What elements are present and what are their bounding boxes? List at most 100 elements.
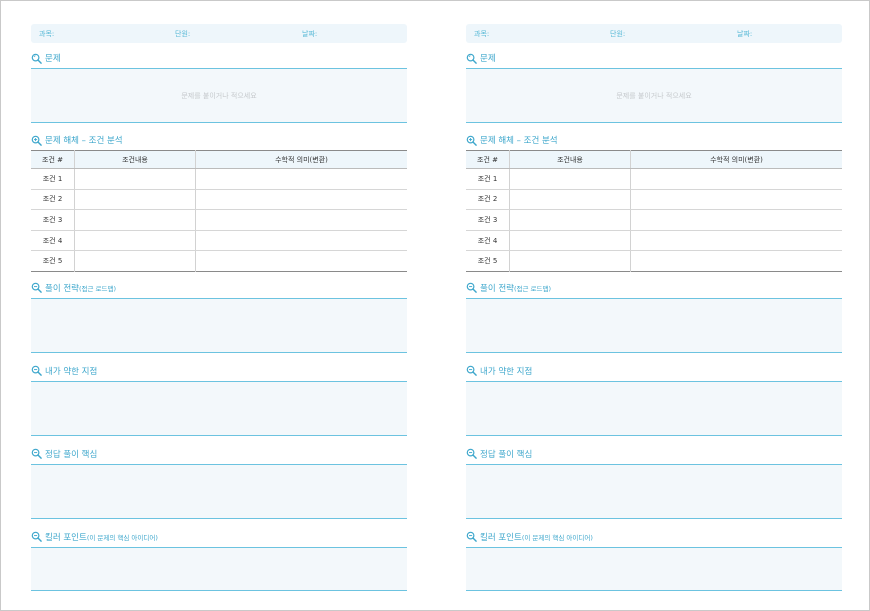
magnifier-minus-icon [466,283,477,294]
weak-title: 내가 약한 지점 [45,366,98,377]
col-header-content: 조건내용 [509,150,631,169]
magnifier-minus-icon [31,366,42,377]
col-header-number: 조건 # [466,150,510,169]
strategy-subtitle: (접근 로드맵) [513,284,552,293]
condition-meaning-cell[interactable] [195,189,407,211]
condition-meaning-cell[interactable] [196,251,408,272]
killer-subtitle: (이 문제의 핵심 아이디어) [521,533,593,542]
condition-label: 조건 2 [31,189,75,211]
unit-field[interactable]: 단원: [610,29,625,39]
strategy-section-title: 풀이 전략 (접근 로드맵) [31,281,407,295]
condition-content-cell[interactable] [509,230,631,252]
magnifier-minus-icon [31,532,42,543]
strategy-section-title: 풀이 전략 (접근 로드맵) [466,281,842,295]
date-field[interactable]: 날짜: [302,29,317,39]
answer-section-title: 정답 풀이 핵심 [31,447,407,461]
weak-section-title: 내가 약한 지점 [31,364,407,378]
condition-meaning-cell[interactable] [630,189,842,211]
condition-label: 조건 1 [31,168,75,190]
strategy-box[interactable] [466,297,842,353]
magnifier-icon [31,53,42,64]
problem-box[interactable]: 문제를 붙이거나 적으세요 [31,68,407,123]
condition-table: 조건 # 조건내용 수학적 의미(변환) 조건 1 조건 2 조건 3 조건 4… [31,150,407,272]
killer-subtitle: (이 문제의 핵심 아이디어) [86,533,158,542]
analysis-section-title: 문제 해체 – 조건 분석 [466,133,842,147]
condition-content-cell[interactable] [509,209,631,231]
strategy-title: 풀이 전략 [480,283,514,294]
condition-content-cell[interactable] [74,209,196,231]
problem-box[interactable]: 문제를 붙이거나 적으세요 [466,68,842,123]
killer-title: 킬러 포인트 [45,532,87,543]
condition-label: 조건 3 [31,209,75,231]
table-row: 조건 1 [466,168,842,190]
strategy-title: 풀이 전략 [45,283,79,294]
killer-section-title: 킬러 포인트 (이 문제의 핵심 아이디어) [466,530,842,544]
strategy-subtitle: (접근 로드맵) [78,284,117,293]
condition-label: 조건 1 [466,168,510,190]
condition-content-cell[interactable] [74,168,196,190]
condition-content-cell[interactable] [74,189,196,211]
killer-box[interactable] [31,546,407,591]
condition-content-cell[interactable] [74,250,196,272]
condition-content-cell[interactable] [509,250,631,272]
problem-placeholder: 문제를 붙이거나 적으세요 [616,91,692,100]
date-field[interactable]: 날짜: [737,29,752,39]
weak-section-title: 내가 약한 지점 [466,364,842,378]
killer-title: 킬러 포인트 [480,532,522,543]
weak-title: 내가 약한 지점 [480,366,533,377]
right-page: 과목: 단원: 날짜: 문제 문제를 붙이거나 적으세요 문제 해체 – 조건 … [466,24,842,591]
magnifier-minus-icon [466,366,477,377]
problem-section-title: 문제 [466,51,842,65]
condition-meaning-cell[interactable] [630,230,842,252]
condition-label: 조건 3 [466,209,510,231]
answer-title: 정답 풀이 핵심 [45,449,98,460]
weak-box[interactable] [466,380,842,436]
problem-title: 문제 [45,54,61,64]
analysis-section-title: 문제 해체 – 조건 분석 [31,133,407,147]
table-row: 조건 1 [31,168,407,190]
condition-label: 조건 4 [466,230,510,252]
problem-placeholder: 문제를 붙이거나 적으세요 [181,91,257,100]
condition-meaning-cell[interactable] [631,251,843,272]
condition-table-header: 조건 # 조건내용 수학적 의미(변환) [31,150,407,169]
condition-content-cell[interactable] [74,230,196,252]
subject-field[interactable]: 과목: [474,29,489,39]
subject-field[interactable]: 과목: [39,29,54,39]
header-bar: 과목: 단원: 날짜: [31,24,407,43]
answer-title: 정답 풀이 핵심 [480,449,533,460]
condition-content-cell[interactable] [509,189,631,211]
condition-label: 조건 4 [31,230,75,252]
magnifier-minus-icon [31,283,42,294]
table-row: 조건 3 [31,209,407,231]
unit-field[interactable]: 단원: [175,29,190,39]
magnifier-minus-icon [466,532,477,543]
condition-meaning-cell[interactable] [630,168,842,190]
magnifier-plus-icon [466,135,477,146]
col-header-content: 조건내용 [74,150,196,169]
table-row: 조건 5 [466,250,843,272]
killer-box[interactable] [466,546,842,591]
table-row: 조건 4 [31,230,407,252]
condition-meaning-cell[interactable] [195,168,407,190]
condition-meaning-cell[interactable] [630,209,842,231]
left-page: 과목: 단원: 날짜: 문제 문제를 붙이거나 적으세요 문제 해체 – 조건 … [31,24,407,591]
col-header-meaning: 수학적 의미(변환) [195,150,407,169]
condition-meaning-cell[interactable] [195,209,407,231]
weak-box[interactable] [31,380,407,436]
strategy-box[interactable] [31,297,407,353]
answer-box[interactable] [466,463,842,519]
condition-table: 조건 # 조건내용 수학적 의미(변환) 조건 1 조건 2 조건 3 조건 4… [466,150,842,272]
magnifier-minus-icon [466,449,477,460]
table-row: 조건 2 [31,189,407,211]
problem-section-title: 문제 [31,51,407,65]
table-row: 조건 2 [466,189,842,211]
analysis-title: 문제 해체 – 조건 분석 [480,136,558,146]
magnifier-plus-icon [31,135,42,146]
analysis-title: 문제 해체 – 조건 분석 [45,136,123,146]
magnifier-minus-icon [31,449,42,460]
condition-meaning-cell[interactable] [195,230,407,252]
killer-section-title: 킬러 포인트 (이 문제의 핵심 아이디어) [31,530,407,544]
answer-box[interactable] [31,463,407,519]
table-row: 조건 3 [466,209,842,231]
condition-content-cell[interactable] [509,168,631,190]
